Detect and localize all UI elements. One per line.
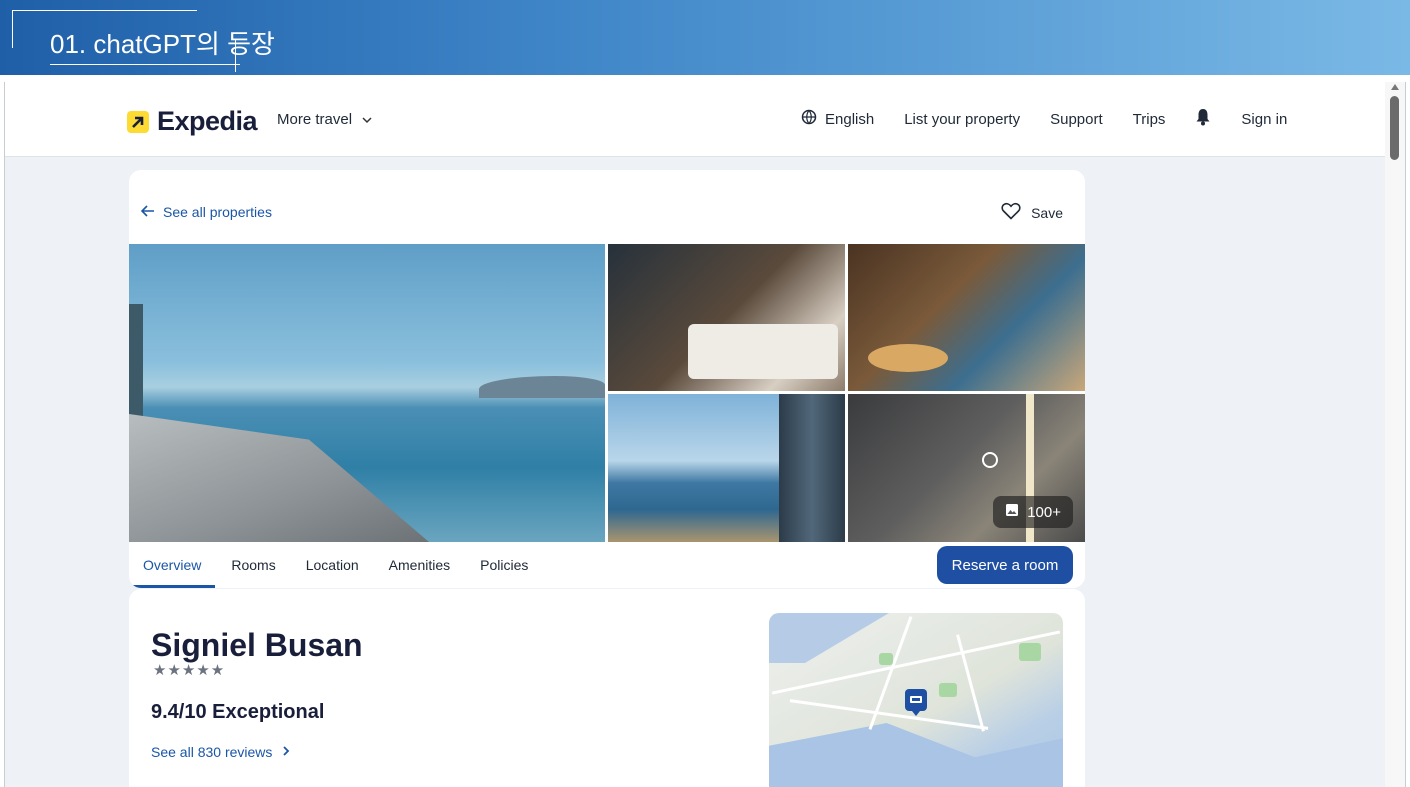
more-travel-label: More travel [277, 111, 353, 128]
hotel-name: Signiel Busan [151, 627, 363, 663]
slide-title: 01. chatGPT의 등장 [50, 29, 275, 59]
vertical-scrollbar[interactable] [1385, 82, 1405, 787]
reviews-link-label: See all 830 reviews [151, 744, 273, 760]
photo-detail [868, 344, 948, 372]
map-water [769, 723, 1063, 787]
see-all-properties-link[interactable]: See all properties [140, 204, 272, 220]
sign-in-link[interactable]: Sign in [1241, 111, 1287, 128]
nav-right-group: English List your property Support Trips… [801, 108, 1317, 130]
main-photo-pool[interactable] [129, 244, 605, 542]
bell-icon [1195, 108, 1211, 130]
photo-guest-room[interactable] [608, 244, 845, 391]
photo-gallery: 100+ [129, 244, 1085, 542]
notifications-button[interactable] [1195, 108, 1211, 130]
map-water [769, 613, 889, 663]
reserve-room-button[interactable]: Reserve a room [937, 546, 1073, 584]
property-details-card: Signiel Busan ★★★★★ 9.4/10 Exceptional S… [129, 589, 1085, 787]
save-button[interactable]: Save [1001, 202, 1063, 223]
photo-detail [479, 376, 605, 398]
scroll-thumb[interactable] [1390, 96, 1399, 160]
decor-line [12, 10, 197, 11]
support-link[interactable]: Support [1050, 111, 1103, 128]
decor-line [12, 10, 13, 48]
map-park [939, 683, 957, 697]
globe-icon [801, 109, 817, 129]
photo-detail [779, 394, 845, 542]
tab-overview[interactable]: Overview [129, 542, 216, 588]
image-icon [1005, 503, 1019, 521]
slide-header: 01. chatGPT의 등장 [0, 0, 1410, 75]
photo-detail [129, 414, 429, 542]
trips-link[interactable]: Trips [1133, 111, 1166, 128]
photo-city-view[interactable] [608, 394, 845, 542]
photo-count-label: 100+ [1027, 503, 1061, 521]
star-rating: ★★★★★ [153, 662, 226, 679]
tab-amenities[interactable]: Amenities [389, 542, 450, 588]
photo-detail [129, 304, 143, 424]
chevron-right-icon [282, 744, 290, 760]
photo-lounge[interactable] [848, 244, 1085, 391]
tab-rooms[interactable]: Rooms [231, 542, 275, 588]
expedia-logo[interactable]: Expedia [127, 106, 258, 137]
language-selector[interactable]: English [801, 109, 874, 129]
guest-rating: 9.4/10 Exceptional [151, 701, 325, 723]
photo-detail [688, 324, 838, 379]
back-link-label: See all properties [163, 204, 272, 220]
map-pin-icon[interactable] [905, 689, 927, 716]
heart-icon [1001, 202, 1021, 223]
arrow-left-icon [140, 204, 155, 220]
tab-location[interactable]: Location [306, 542, 359, 588]
tab-policies[interactable]: Policies [480, 542, 528, 588]
brand-name: Expedia [157, 106, 258, 136]
decor-line [50, 64, 240, 65]
list-property-link[interactable]: List your property [904, 111, 1020, 128]
chevron-down-icon [362, 111, 372, 128]
scroll-up-arrow-icon[interactable] [1391, 84, 1399, 90]
photo-bathroom[interactable]: 100+ [848, 394, 1085, 542]
arrow-up-right-icon [127, 110, 149, 133]
top-navigation: Expedia More travel English List your pr… [5, 82, 1387, 157]
more-travel-menu[interactable]: More travel [277, 111, 372, 128]
language-label: English [825, 110, 875, 128]
save-label: Save [1031, 204, 1063, 221]
map-park [1019, 643, 1041, 661]
see-all-reviews-link[interactable]: See all 830 reviews [151, 744, 290, 760]
browser-viewport: Expedia More travel English List your pr… [4, 82, 1406, 787]
location-map[interactable] [769, 613, 1063, 787]
property-header-card: See all properties Save 100+ Overview Ro… [129, 170, 1085, 588]
photo-detail [982, 452, 998, 468]
map-park [879, 653, 893, 665]
photo-count-button[interactable]: 100+ [993, 496, 1073, 528]
